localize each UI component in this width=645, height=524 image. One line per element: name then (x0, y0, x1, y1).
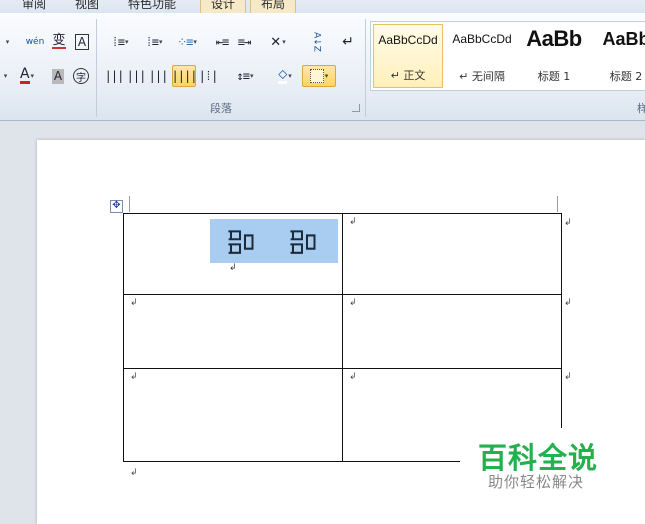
rotated-cell-text[interactable]: 品 (222, 222, 262, 262)
numbering-icon[interactable]: ⁞≡ ▾ (138, 31, 170, 53)
style-sample: AaBb (526, 26, 582, 51)
char-border-icon[interactable]: A (72, 31, 92, 53)
end-of-row-mark: ↲ (564, 218, 572, 228)
paragraph-dialog-launcher[interactable] (352, 104, 360, 112)
end-of-cell-mark: ↲ (130, 298, 138, 308)
style-name: 标题 1 (537, 70, 571, 83)
table-cell[interactable]: ↲ (123, 294, 343, 369)
table-cell[interactable]: ↲ (123, 368, 343, 462)
document-table: ↲ ↲ ↲ ↲ ↲ (123, 213, 562, 462)
style-normal[interactable]: AaBbCcDd ↵ 正文 (373, 24, 443, 88)
line-spacing-icon[interactable]: ↕≡ ▾ (230, 65, 260, 87)
font-group-dropdown[interactable]: ▾ (0, 65, 10, 87)
group-separator (96, 19, 97, 117)
multilevel-list-icon[interactable]: ⁘≡ ▾ (172, 31, 202, 53)
style-sample: AaBbCcDd (452, 32, 512, 46)
style-no-spacing[interactable]: AaBbCcDd ↵ 无间隔 (447, 24, 517, 88)
style-name: ↵ 正文 (390, 69, 426, 82)
table-move-handle-icon[interactable]: ✥ (110, 200, 123, 213)
group-separator (365, 19, 366, 117)
styles-group-title: 样 (637, 102, 645, 115)
column-marker (129, 196, 130, 212)
style-sample: AaBbCcDd (378, 33, 438, 47)
end-of-cell-mark: ↲ (349, 372, 357, 382)
watermark-subtitle: 助你轻松解决 (488, 473, 585, 491)
paragraph-mark: ↲ (130, 468, 138, 478)
borders-icon[interactable]: ▾ (302, 65, 336, 87)
show-marks-icon[interactable]: ↵ (338, 31, 358, 53)
enclose-char-icon[interactable]: 变 (48, 31, 70, 53)
style-heading-1[interactable]: AaBb 标题 1 (519, 24, 589, 88)
table-cell[interactable]: ↲ (342, 213, 562, 295)
shading-icon[interactable]: ⬦ ▾ (270, 65, 300, 87)
decrease-indent-icon[interactable]: ⇤≡ (212, 31, 232, 53)
sort-icon[interactable]: A↓Z (305, 31, 327, 53)
tab-view[interactable]: 视图 (75, 0, 99, 12)
increase-indent-icon[interactable]: ≡⇥ (234, 31, 254, 53)
quick-styles-gallery: AaBbCcDd ↵ 正文 AaBbCcDd ↵ 无间隔 AaBb 标题 1 A… (370, 21, 645, 91)
align-center-icon[interactable]: ||| (126, 65, 147, 87)
tab-design[interactable]: 设计 (200, 0, 247, 13)
paragraph-mark: ↲ (229, 263, 237, 273)
style-heading-2[interactable]: AaBb 标题 2 (591, 24, 645, 88)
distributed-icon[interactable]: |⁞| (198, 65, 219, 87)
justify-icon[interactable]: |||| (172, 65, 197, 87)
ribbon: ▾ wén 变 A ▾ A ▾ A 字 ⁞≡ ▾ ⁞≡ ▾ ⁘≡ ▾ ⇤≡ ≡⇥ ✕ ▾ … (0, 13, 645, 121)
tab-layout[interactable]: 布局 (250, 0, 297, 13)
chinese-layout-icon[interactable]: ✕ ▾ (263, 31, 293, 53)
end-of-row-mark: ↲ (564, 298, 572, 308)
font-color-icon[interactable]: A ▾ (12, 65, 42, 87)
ribbon-tab-bar: 审阅 视图 特色功能 设计 布局 (0, 0, 645, 13)
style-sample: AaBb (602, 29, 645, 49)
tab-special-features[interactable]: 特色功能 (128, 0, 176, 12)
style-name: 标题 2 (609, 70, 643, 83)
tab-review[interactable]: 审阅 (22, 0, 46, 12)
end-of-cell-mark: ↲ (130, 372, 138, 382)
style-name: ↵ 无间隔 (459, 70, 505, 83)
char-shading-icon[interactable]: A (48, 65, 68, 87)
bullets-icon[interactable]: ⁞≡ ▾ (104, 31, 136, 53)
font-dropdown-arrow[interactable]: ▾ (0, 31, 14, 53)
end-of-cell-mark: ↲ (349, 298, 357, 308)
end-of-cell-mark: ↲ (349, 217, 357, 227)
align-left-icon[interactable]: ||| (104, 65, 125, 87)
end-of-row-mark: ↲ (564, 372, 572, 382)
phonetic-guide-icon[interactable]: wén (24, 31, 46, 53)
column-marker (557, 196, 558, 212)
paragraph-group-title: 段落 (210, 102, 232, 115)
enclose-circle-icon[interactable]: 字 (70, 65, 92, 87)
align-right-icon[interactable]: ||| (148, 65, 169, 87)
rotated-cell-text[interactable]: 品 (284, 222, 324, 262)
table-cell[interactable]: ↲ (342, 294, 562, 369)
